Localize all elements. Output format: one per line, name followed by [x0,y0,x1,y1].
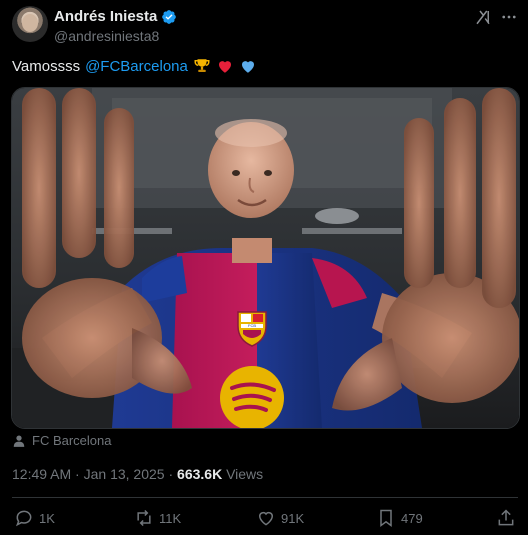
share-icon [498,509,514,526]
tweet-body: Vamossss [12,57,81,75]
crest-label: FCB [248,323,256,328]
avatar[interactable] [12,6,48,42]
views-count: 663.6K [177,466,223,482]
tweet-text: Vamossss @FCBarcelona [12,57,257,75]
bookmark-count: 479 [401,510,423,526]
meta-separator-1: · [75,466,80,482]
bookmark-icon [380,509,392,527]
blue-heart-icon [241,61,254,73]
tweet-date[interactable]: Jan 13, 2025 [84,466,165,482]
reply-button[interactable]: 1K [14,508,55,528]
repost-button[interactable]: 11K [134,508,181,528]
meta-separator-2: · [168,466,174,482]
mention-link[interactable]: @FCBarcelona [85,58,188,75]
tweet-photo[interactable]: FCB [11,87,520,429]
tweet-header: Andrés Iniesta @andresiniesta8 [12,6,518,46]
divider [12,497,518,498]
trophy-icon [194,59,210,72]
more-options-icon[interactable] [500,8,518,26]
like-count: 91K [281,510,305,526]
author-name-row: Andrés Iniesta [54,8,177,25]
person-icon [13,434,25,447]
grok-icon[interactable] [474,8,492,26]
tweet-time[interactable]: 12:49 AM [12,466,71,482]
location-tag[interactable]: FC Barcelona [12,433,111,448]
bookmark-button[interactable]: 479 [376,508,423,528]
red-heart-icon [218,61,231,73]
repost-count: 11K [159,510,182,526]
photo-illustration: FCB [12,88,519,428]
heart-icon [258,511,274,526]
author-name[interactable]: Andrés Iniesta [54,8,157,25]
action-bar: 1K 11K 91K 479 [12,508,518,532]
like-button[interactable]: 91K [256,508,304,528]
repost-icon [137,509,151,527]
verified-badge-icon [162,9,177,24]
avatar-face [22,14,38,32]
location-label: FC Barcelona [32,433,112,448]
reply-count: 1K [39,510,55,526]
tweet-meta: 12:49 AM · Jan 13, 2025 · 663.6K Views [12,466,263,482]
reply-icon [15,510,32,527]
share-button[interactable] [496,508,516,528]
author-handle[interactable]: @andresiniesta8 [54,28,159,44]
views-label: Views [226,466,264,482]
